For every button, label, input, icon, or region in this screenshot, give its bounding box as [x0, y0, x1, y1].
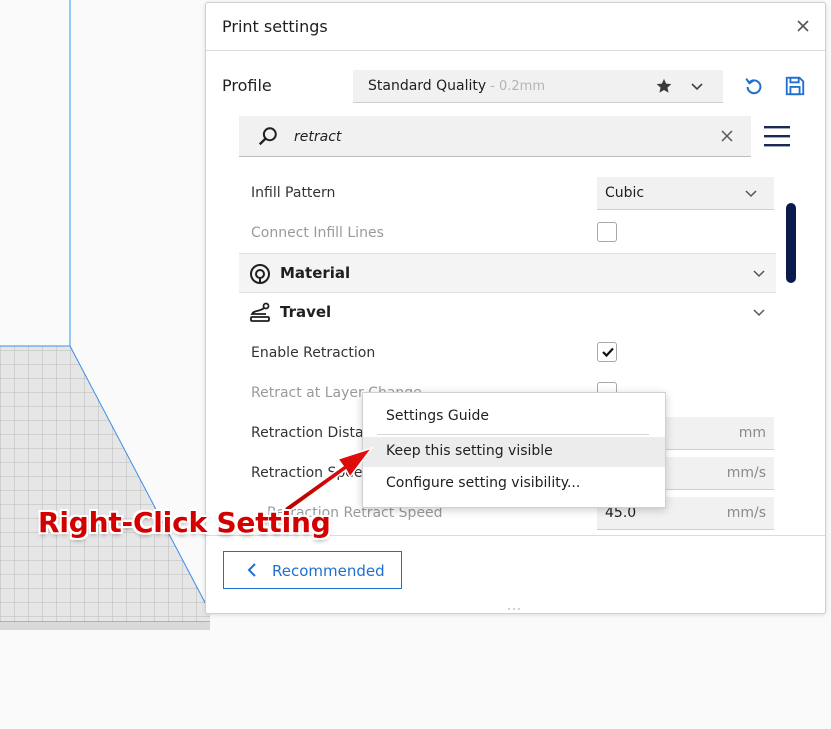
- annotation-label: Right-Click Setting: [38, 506, 331, 539]
- annotation-arrow: [282, 446, 375, 513]
